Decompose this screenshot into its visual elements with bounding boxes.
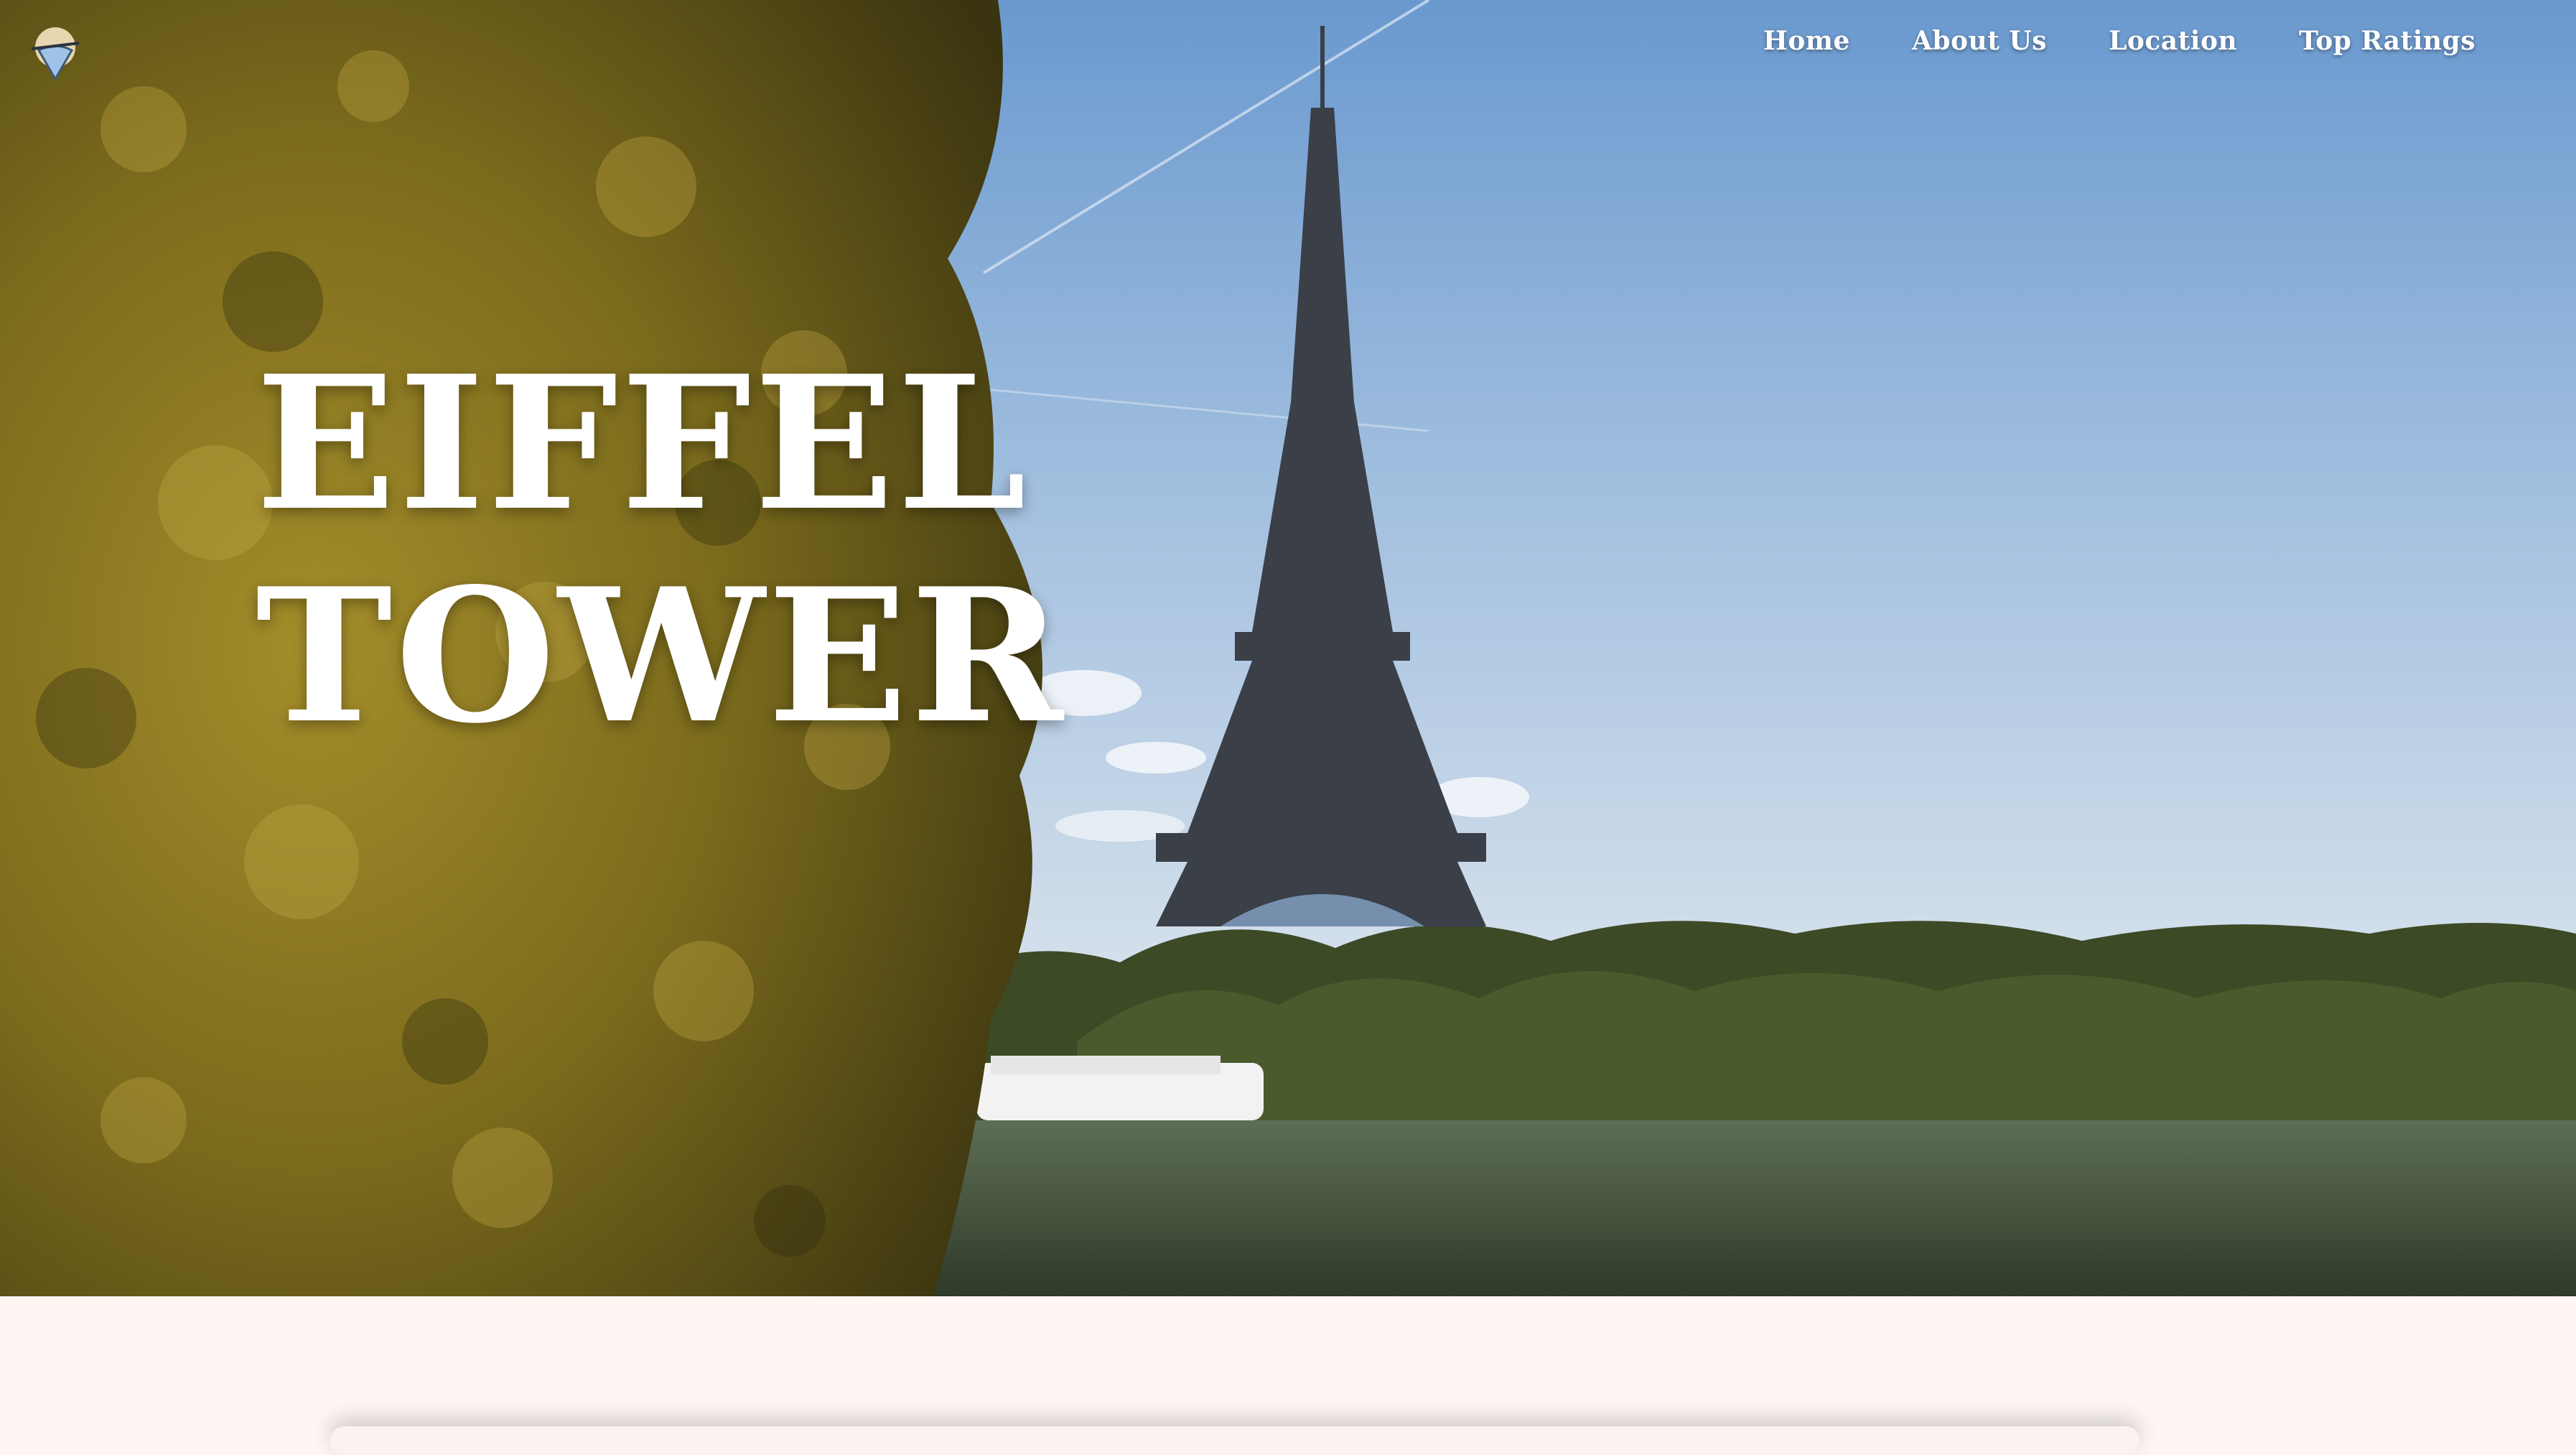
- hero-title-line1: EIFFEL: [256, 336, 1030, 552]
- hero-section: Home About Us Location Top Ratings EIFFE…: [0, 0, 2576, 1296]
- content-section: [0, 1296, 2576, 1441]
- hero-title-line2: TOWER: [256, 549, 1066, 764]
- main-nav: Home About Us Location Top Ratings: [1763, 26, 2475, 56]
- nav-home[interactable]: Home: [1763, 26, 1850, 56]
- content-card: [330, 1426, 2139, 1455]
- nav-location[interactable]: Location: [2109, 26, 2237, 56]
- nav-top-ratings[interactable]: Top Ratings: [2299, 26, 2475, 56]
- logo-icon[interactable]: [24, 22, 86, 83]
- nav-about-us[interactable]: About Us: [1912, 26, 2047, 56]
- hero-title: EIFFEL TOWER: [256, 338, 1066, 763]
